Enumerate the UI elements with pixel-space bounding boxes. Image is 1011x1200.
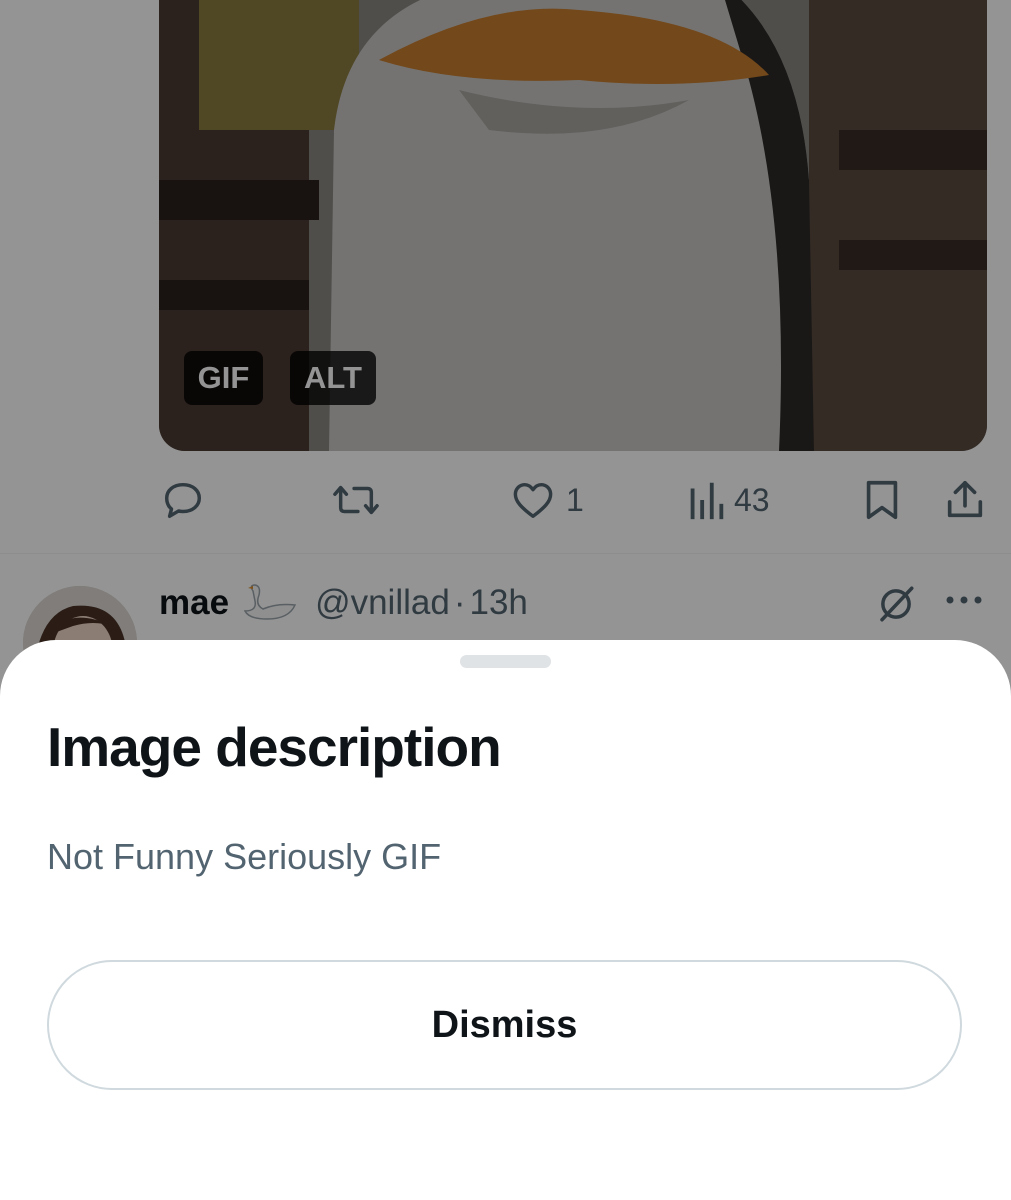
sheet-title: Image description: [47, 716, 502, 778]
image-description-sheet: Image description Not Funny Seriously GI…: [0, 640, 1011, 1200]
dismiss-button[interactable]: Dismiss: [47, 960, 962, 1090]
image-description-text: Not Funny Seriously GIF: [47, 836, 442, 877]
sheet-grabber[interactable]: [460, 655, 551, 668]
